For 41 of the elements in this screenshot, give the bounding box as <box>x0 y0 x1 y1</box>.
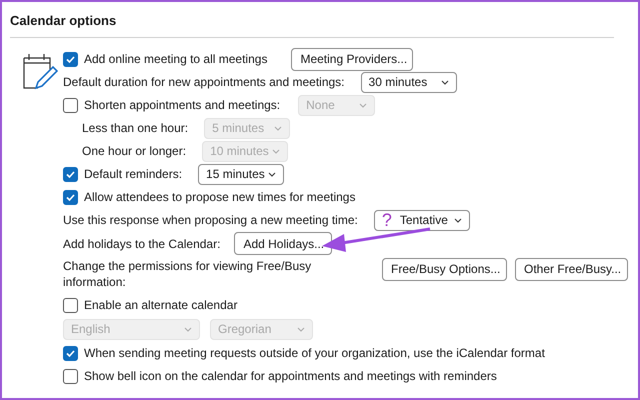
checkbox[interactable] <box>63 52 78 66</box>
chevron-icon <box>297 326 305 332</box>
checkbox-label: When sending meeting requests outside of your organization, use the iCalendar format <box>84 345 545 362</box>
dropdown[interactable]: ? Tentative <box>374 210 470 230</box>
field-label: One hour or longer: <box>82 143 186 160</box>
calendar-pencil-icon <box>22 52 58 92</box>
dialog-button[interactable]: Other Free/Busy... <box>515 258 628 280</box>
field-label: Add holidays to the Calendar: <box>63 236 220 252</box>
dialog-button[interactable]: Add Holidays... <box>234 232 332 255</box>
dropdown[interactable]: 30 minutes <box>360 72 457 92</box>
checkbox[interactable] <box>63 98 78 112</box>
chevron-icon <box>440 80 449 84</box>
checkbox-label: Default reminders: <box>84 166 182 183</box>
dialog-button[interactable]: Free/Busy Options... <box>382 258 507 280</box>
dialog-button[interactable]: Meeting Providers... <box>291 48 414 70</box>
chevron-icon <box>454 218 462 222</box>
chevron-icon <box>268 172 276 176</box>
dropdown[interactable]: 15 minutes <box>198 164 284 184</box>
chevron-icon <box>184 326 192 332</box>
checkmark-icon <box>65 348 76 358</box>
checkbox[interactable] <box>63 166 78 182</box>
checkmark-icon <box>65 168 76 180</box>
checkmark-icon <box>65 54 76 64</box>
field-label: Use this response when proposing a new meeting time: <box>63 212 358 229</box>
checkbox-label: Enable an alternate calendar <box>84 297 238 314</box>
field-label: Change the permissions for viewing Free/Busy information: <box>63 258 312 290</box>
checkbox[interactable] <box>63 298 78 312</box>
checkbox[interactable] <box>63 346 78 360</box>
checkbox-label: Allow attendees to propose new times for meetings <box>84 189 356 206</box>
chevron-icon <box>272 148 280 154</box>
checkbox-label: Add online meeting to all meetings <box>84 51 268 68</box>
checkbox[interactable] <box>63 190 78 204</box>
checkmark-icon <box>65 192 76 202</box>
section-title: Calendar options <box>10 12 118 30</box>
chevron-icon <box>274 126 282 130</box>
chevron-icon <box>359 102 368 108</box>
field-label: Default duration for new appointments and meetings: <box>63 74 345 91</box>
checkbox[interactable] <box>63 368 78 384</box>
checkbox-label: Shorten appointments and meetings: <box>84 97 280 114</box>
checkbox-label: Show bell icon on the calendar for appointments and meetings with reminders <box>84 368 497 385</box>
field-label: Less than one hour: <box>82 120 188 137</box>
